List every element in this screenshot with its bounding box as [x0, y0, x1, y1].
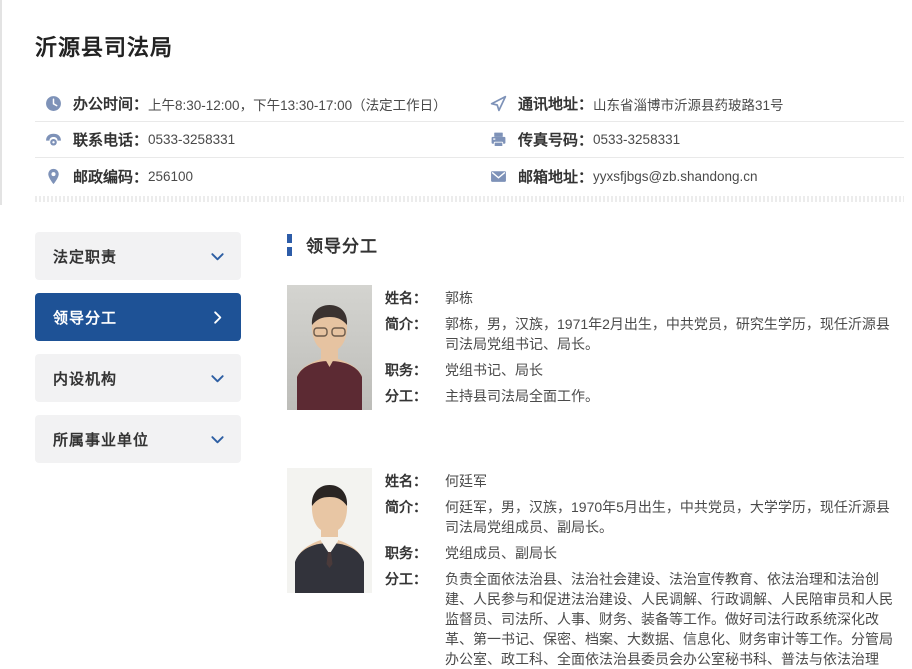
envelope-icon: [490, 168, 507, 185]
contact-label: 通讯地址：: [518, 93, 593, 114]
field-label: 分工：: [385, 386, 445, 406]
info-row-position: 职务： 党组书记、局长: [385, 360, 904, 380]
contact-info-grid: 办公时间： 上午8:30-12:00，下午13:30-17:00（法定工作日） …: [35, 86, 904, 194]
contact-row-postcode: 邮政编码： 256100: [35, 158, 468, 194]
chevron-right-icon: [210, 310, 225, 325]
field-label: 简介：: [385, 314, 445, 354]
leader-intro: 何廷军，男，汉族，1970年5月出生，中共党员，大学学历，现任沂源县司法局党组成…: [445, 497, 903, 537]
info-row-name: 姓名： 何廷军: [385, 471, 904, 491]
contact-value: 0533-3258331: [593, 132, 680, 147]
leader-name: 郭栋: [445, 288, 903, 308]
sidebar-item-internal-organs[interactable]: 内设机构: [35, 354, 241, 402]
info-row-duty: 分工： 主持县司法局全面工作。: [385, 386, 904, 406]
sidebar-item-statutory-duties[interactable]: 法定职责: [35, 232, 241, 280]
section-header: 领导分工: [287, 232, 904, 257]
chevron-down-icon: [210, 371, 225, 386]
navigation-icon: [490, 95, 507, 112]
leader-intro: 郭栋，男，汉族，1971年2月出生，中共党员，研究生学历，现任沂源县司法局党组书…: [445, 314, 903, 354]
contact-row-address: 通讯地址： 山东省淄博市沂源县药玻路31号: [468, 86, 904, 122]
fax-icon: [490, 131, 507, 148]
leader-duty: 主持县司法局全面工作。: [445, 386, 903, 406]
section-divider: [35, 196, 904, 202]
contact-label: 联系电话：: [73, 129, 148, 150]
chevron-down-icon: [210, 249, 225, 264]
field-label: 简介：: [385, 497, 445, 537]
field-label: 职务：: [385, 543, 445, 563]
leader-duty: 负责全面依法治县、法治社会建设、法治宣传教育、依法治理和法治创建、人民参与和促进…: [445, 569, 903, 669]
leader-position: 党组成员、副局长: [445, 543, 903, 563]
field-label: 职务：: [385, 360, 445, 380]
leader-info: 姓名： 何廷军 简介： 何廷军，男，汉族，1970年5月出生，中共党员，大学学历…: [385, 468, 904, 669]
contact-row-office-hours: 办公时间： 上午8:30-12:00，下午13:30-17:00（法定工作日）: [35, 86, 468, 122]
contact-value: 256100: [148, 169, 193, 184]
sidebar-item-leadership-division[interactable]: 领导分工: [35, 293, 241, 341]
chevron-down-icon: [210, 432, 225, 447]
sidebar: 法定职责 领导分工 内设机构 所属事业单位: [35, 232, 241, 669]
contact-row-phone: 联系电话： 0533-3258331: [35, 122, 468, 158]
field-label: 分工：: [385, 569, 445, 669]
leader-photo: [287, 468, 372, 593]
page-edge-line: [0, 0, 2, 205]
section-title: 领导分工: [306, 232, 378, 257]
contact-value: yyxsfjbgs@zb.shandong.cn: [593, 169, 758, 184]
info-row-intro: 简介： 何廷军，男，汉族，1970年5月出生，中共党员，大学学历，现任沂源县司法…: [385, 497, 904, 537]
sidebar-item-label: 法定职责: [53, 246, 117, 267]
contact-value: 0533-3258331: [148, 132, 235, 147]
leader-profile: 姓名： 何廷军 简介： 何廷军，男，汉族，1970年5月出生，中共党员，大学学历…: [287, 468, 904, 669]
location-pin-icon: [45, 168, 62, 185]
contact-label: 邮政编码：: [73, 166, 148, 187]
info-row-intro: 简介： 郭栋，男，汉族，1971年2月出生，中共党员，研究生学历，现任沂源县司法…: [385, 314, 904, 354]
field-label: 姓名：: [385, 288, 445, 308]
sidebar-item-label: 所属事业单位: [53, 429, 149, 450]
sidebar-item-label: 内设机构: [53, 368, 117, 389]
sidebar-item-affiliated-institutions[interactable]: 所属事业单位: [35, 415, 241, 463]
leader-profile: 姓名： 郭栋 简介： 郭栋，男，汉族，1971年2月出生，中共党员，研究生学历，…: [287, 285, 904, 412]
contact-value: 山东省淄博市沂源县药玻路31号: [593, 94, 784, 114]
info-row-duty: 分工： 负责全面依法治县、法治社会建设、法治宣传教育、依法治理和法治创建、人民参…: [385, 569, 904, 669]
page-title: 沂源县司法局: [35, 30, 904, 62]
info-row-name: 姓名： 郭栋: [385, 288, 904, 308]
leader-position: 党组书记、局长: [445, 360, 903, 380]
clock-icon: [45, 95, 62, 112]
contact-label: 邮箱地址：: [518, 166, 593, 187]
section-marker-icon: [287, 234, 292, 256]
page: 沂源县司法局 办公时间： 上午8:30-12:00，下午13:30-17:00（…: [0, 0, 912, 669]
contact-value: 上午8:30-12:00，下午13:30-17:00（法定工作日）: [148, 94, 447, 114]
contact-label: 传真号码：: [518, 129, 593, 150]
info-row-position: 职务： 党组成员、副局长: [385, 543, 904, 563]
field-label: 姓名：: [385, 471, 445, 491]
contact-label: 办公时间：: [73, 93, 148, 114]
leader-info: 姓名： 郭栋 简介： 郭栋，男，汉族，1971年2月出生，中共党员，研究生学历，…: [385, 285, 904, 412]
sidebar-item-label: 领导分工: [53, 307, 117, 328]
contact-row-email: 邮箱地址： yyxsfjbgs@zb.shandong.cn: [468, 158, 904, 194]
leader-name: 何廷军: [445, 471, 903, 491]
main-content: 领导分工: [287, 232, 904, 669]
contact-row-fax: 传真号码： 0533-3258331: [468, 122, 904, 158]
phone-icon: [45, 131, 62, 148]
leader-photo: [287, 285, 372, 410]
